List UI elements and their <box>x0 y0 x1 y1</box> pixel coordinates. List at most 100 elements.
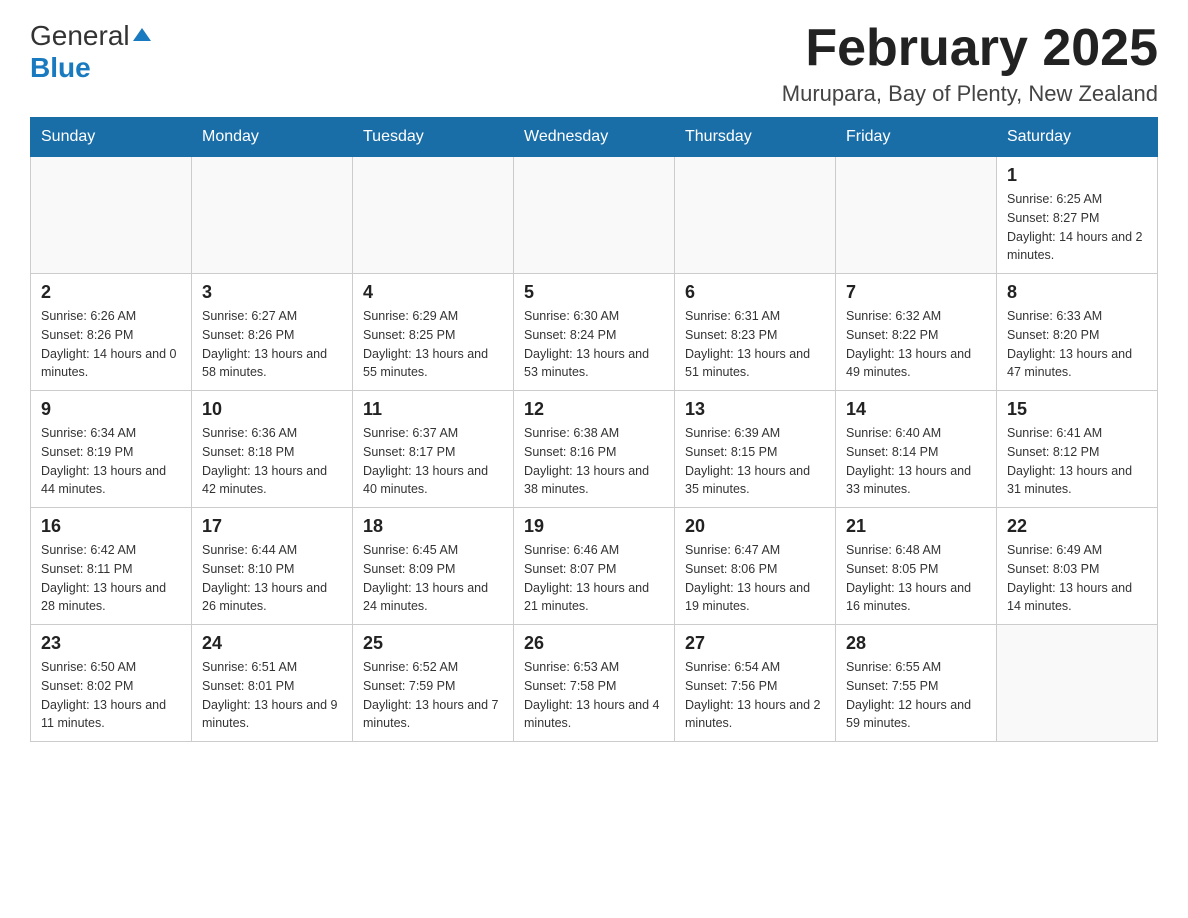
day-number: 2 <box>41 282 181 303</box>
location-title: Murupara, Bay of Plenty, New Zealand <box>782 81 1158 107</box>
day-info: Sunrise: 6:38 AM Sunset: 8:16 PM Dayligh… <box>524 424 664 499</box>
day-info: Sunrise: 6:49 AM Sunset: 8:03 PM Dayligh… <box>1007 541 1147 616</box>
table-row: 28 Sunrise: 6:55 AM Sunset: 7:55 PM Dayli… <box>836 625 997 742</box>
day-info: Sunrise: 6:34 AM Sunset: 8:19 PM Dayligh… <box>41 424 181 499</box>
day-number: 13 <box>685 399 825 420</box>
table-row: 3 Sunrise: 6:27 AM Sunset: 8:26 PM Daylig… <box>192 274 353 391</box>
header-wednesday: Wednesday <box>514 118 675 157</box>
calendar-week-row: 16 Sunrise: 6:42 AM Sunset: 8:11 PM Dayli… <box>31 508 1158 625</box>
day-info: Sunrise: 6:55 AM Sunset: 7:55 PM Dayligh… <box>846 658 986 733</box>
table-row: 10 Sunrise: 6:36 AM Sunset: 8:18 PM Dayli… <box>192 391 353 508</box>
logo-triangle-icon <box>133 28 151 41</box>
logo-general-text: General <box>30 20 130 52</box>
title-area: February 2025 Murupara, Bay of Plenty, N… <box>782 20 1158 107</box>
day-number: 10 <box>202 399 342 420</box>
table-row: 23 Sunrise: 6:50 AM Sunset: 8:02 PM Dayli… <box>31 625 192 742</box>
day-info: Sunrise: 6:30 AM Sunset: 8:24 PM Dayligh… <box>524 307 664 382</box>
day-number: 20 <box>685 516 825 537</box>
day-number: 1 <box>1007 165 1147 186</box>
table-row: 12 Sunrise: 6:38 AM Sunset: 8:16 PM Dayli… <box>514 391 675 508</box>
day-number: 3 <box>202 282 342 303</box>
day-number: 19 <box>524 516 664 537</box>
header-friday: Friday <box>836 118 997 157</box>
day-info: Sunrise: 6:33 AM Sunset: 8:20 PM Dayligh… <box>1007 307 1147 382</box>
table-row: 22 Sunrise: 6:49 AM Sunset: 8:03 PM Dayli… <box>997 508 1158 625</box>
table-row <box>675 157 836 274</box>
day-number: 25 <box>363 633 503 654</box>
logo: General Blue <box>30 20 151 84</box>
table-row: 19 Sunrise: 6:46 AM Sunset: 8:07 PM Dayli… <box>514 508 675 625</box>
month-title: February 2025 <box>782 20 1158 77</box>
calendar-week-row: 1 Sunrise: 6:25 AM Sunset: 8:27 PM Daylig… <box>31 157 1158 274</box>
calendar-header-row: Sunday Monday Tuesday Wednesday Thursday… <box>31 118 1158 157</box>
table-row: 11Sunrise: 6:37 AM Sunset: 8:17 PM Dayli… <box>353 391 514 508</box>
day-info: Sunrise: 6:48 AM Sunset: 8:05 PM Dayligh… <box>846 541 986 616</box>
day-info: Sunrise: 6:26 AM Sunset: 8:26 PM Dayligh… <box>41 307 181 382</box>
day-number: 5 <box>524 282 664 303</box>
day-info: Sunrise: 6:27 AM Sunset: 8:26 PM Dayligh… <box>202 307 342 382</box>
table-row <box>31 157 192 274</box>
page-header: General Blue February 2025 Murupara, Bay… <box>30 20 1158 107</box>
day-number: 4 <box>363 282 503 303</box>
day-number: 9 <box>41 399 181 420</box>
table-row: 16 Sunrise: 6:42 AM Sunset: 8:11 PM Dayli… <box>31 508 192 625</box>
day-info: Sunrise: 6:46 AM Sunset: 8:07 PM Dayligh… <box>524 541 664 616</box>
calendar-week-row: 9 Sunrise: 6:34 AM Sunset: 8:19 PM Daylig… <box>31 391 1158 508</box>
day-info: Sunrise: 6:47 AM Sunset: 8:06 PM Dayligh… <box>685 541 825 616</box>
table-row: 9 Sunrise: 6:34 AM Sunset: 8:19 PM Daylig… <box>31 391 192 508</box>
day-number: 12 <box>524 399 664 420</box>
day-number: 7 <box>846 282 986 303</box>
table-row: 7 Sunrise: 6:32 AM Sunset: 8:22 PM Daylig… <box>836 274 997 391</box>
day-number: 21 <box>846 516 986 537</box>
day-info: Sunrise: 6:41 AM Sunset: 8:12 PM Dayligh… <box>1007 424 1147 499</box>
day-info: Sunrise: 6:32 AM Sunset: 8:22 PM Dayligh… <box>846 307 986 382</box>
day-number: 17 <box>202 516 342 537</box>
header-tuesday: Tuesday <box>353 118 514 157</box>
day-number: 16 <box>41 516 181 537</box>
table-row <box>192 157 353 274</box>
day-info: Sunrise: 6:29 AM Sunset: 8:25 PM Dayligh… <box>363 307 503 382</box>
day-info: Sunrise: 6:53 AM Sunset: 7:58 PM Dayligh… <box>524 658 664 733</box>
day-number: 8 <box>1007 282 1147 303</box>
day-number: 14 <box>846 399 986 420</box>
header-saturday: Saturday <box>997 118 1158 157</box>
day-number: 18 <box>363 516 503 537</box>
day-number: 6 <box>685 282 825 303</box>
header-monday: Monday <box>192 118 353 157</box>
table-row: 2 Sunrise: 6:26 AM Sunset: 8:26 PM Daylig… <box>31 274 192 391</box>
day-info: Sunrise: 6:50 AM Sunset: 8:02 PM Dayligh… <box>41 658 181 733</box>
day-info: Sunrise: 6:40 AM Sunset: 8:14 PM Dayligh… <box>846 424 986 499</box>
table-row: 27Sunrise: 6:54 AM Sunset: 7:56 PM Dayli… <box>675 625 836 742</box>
day-info: Sunrise: 6:25 AM Sunset: 8:27 PM Dayligh… <box>1007 190 1147 265</box>
day-number: 24 <box>202 633 342 654</box>
day-number: 28 <box>846 633 986 654</box>
day-info: Sunrise: 6:44 AM Sunset: 8:10 PM Dayligh… <box>202 541 342 616</box>
day-number: 23 <box>41 633 181 654</box>
day-info: Sunrise: 6:42 AM Sunset: 8:11 PM Dayligh… <box>41 541 181 616</box>
table-row <box>514 157 675 274</box>
day-info: Sunrise: 6:45 AM Sunset: 8:09 PM Dayligh… <box>363 541 503 616</box>
table-row: 25 Sunrise: 6:52 AM Sunset: 7:59 PM Dayli… <box>353 625 514 742</box>
table-row: 6 Sunrise: 6:31 AM Sunset: 8:23 PM Daylig… <box>675 274 836 391</box>
table-row: 24 Sunrise: 6:51 AM Sunset: 8:01 PM Dayli… <box>192 625 353 742</box>
table-row: 13 Sunrise: 6:39 AM Sunset: 8:15 PM Dayli… <box>675 391 836 508</box>
table-row: 1 Sunrise: 6:25 AM Sunset: 8:27 PM Daylig… <box>997 157 1158 274</box>
calendar-table: Sunday Monday Tuesday Wednesday Thursday… <box>30 117 1158 742</box>
day-number: 27 <box>685 633 825 654</box>
day-number: 22 <box>1007 516 1147 537</box>
day-info: Sunrise: 6:51 AM Sunset: 8:01 PM Dayligh… <box>202 658 342 733</box>
day-info: Sunrise: 6:52 AM Sunset: 7:59 PM Dayligh… <box>363 658 503 733</box>
day-number: 26 <box>524 633 664 654</box>
day-number: 11 <box>363 399 503 420</box>
day-info: Sunrise: 6:36 AM Sunset: 8:18 PM Dayligh… <box>202 424 342 499</box>
day-info: Sunrise: 6:39 AM Sunset: 8:15 PM Dayligh… <box>685 424 825 499</box>
calendar-week-row: 2 Sunrise: 6:26 AM Sunset: 8:26 PM Daylig… <box>31 274 1158 391</box>
table-row: 4 Sunrise: 6:29 AM Sunset: 8:25 PM Daylig… <box>353 274 514 391</box>
table-row <box>997 625 1158 742</box>
logo-blue-text: Blue <box>30 52 91 83</box>
calendar-week-row: 23 Sunrise: 6:50 AM Sunset: 8:02 PM Dayli… <box>31 625 1158 742</box>
table-row: 21 Sunrise: 6:48 AM Sunset: 8:05 PM Dayli… <box>836 508 997 625</box>
table-row <box>836 157 997 274</box>
day-info: Sunrise: 6:31 AM Sunset: 8:23 PM Dayligh… <box>685 307 825 382</box>
table-row: 18 Sunrise: 6:45 AM Sunset: 8:09 PM Dayli… <box>353 508 514 625</box>
